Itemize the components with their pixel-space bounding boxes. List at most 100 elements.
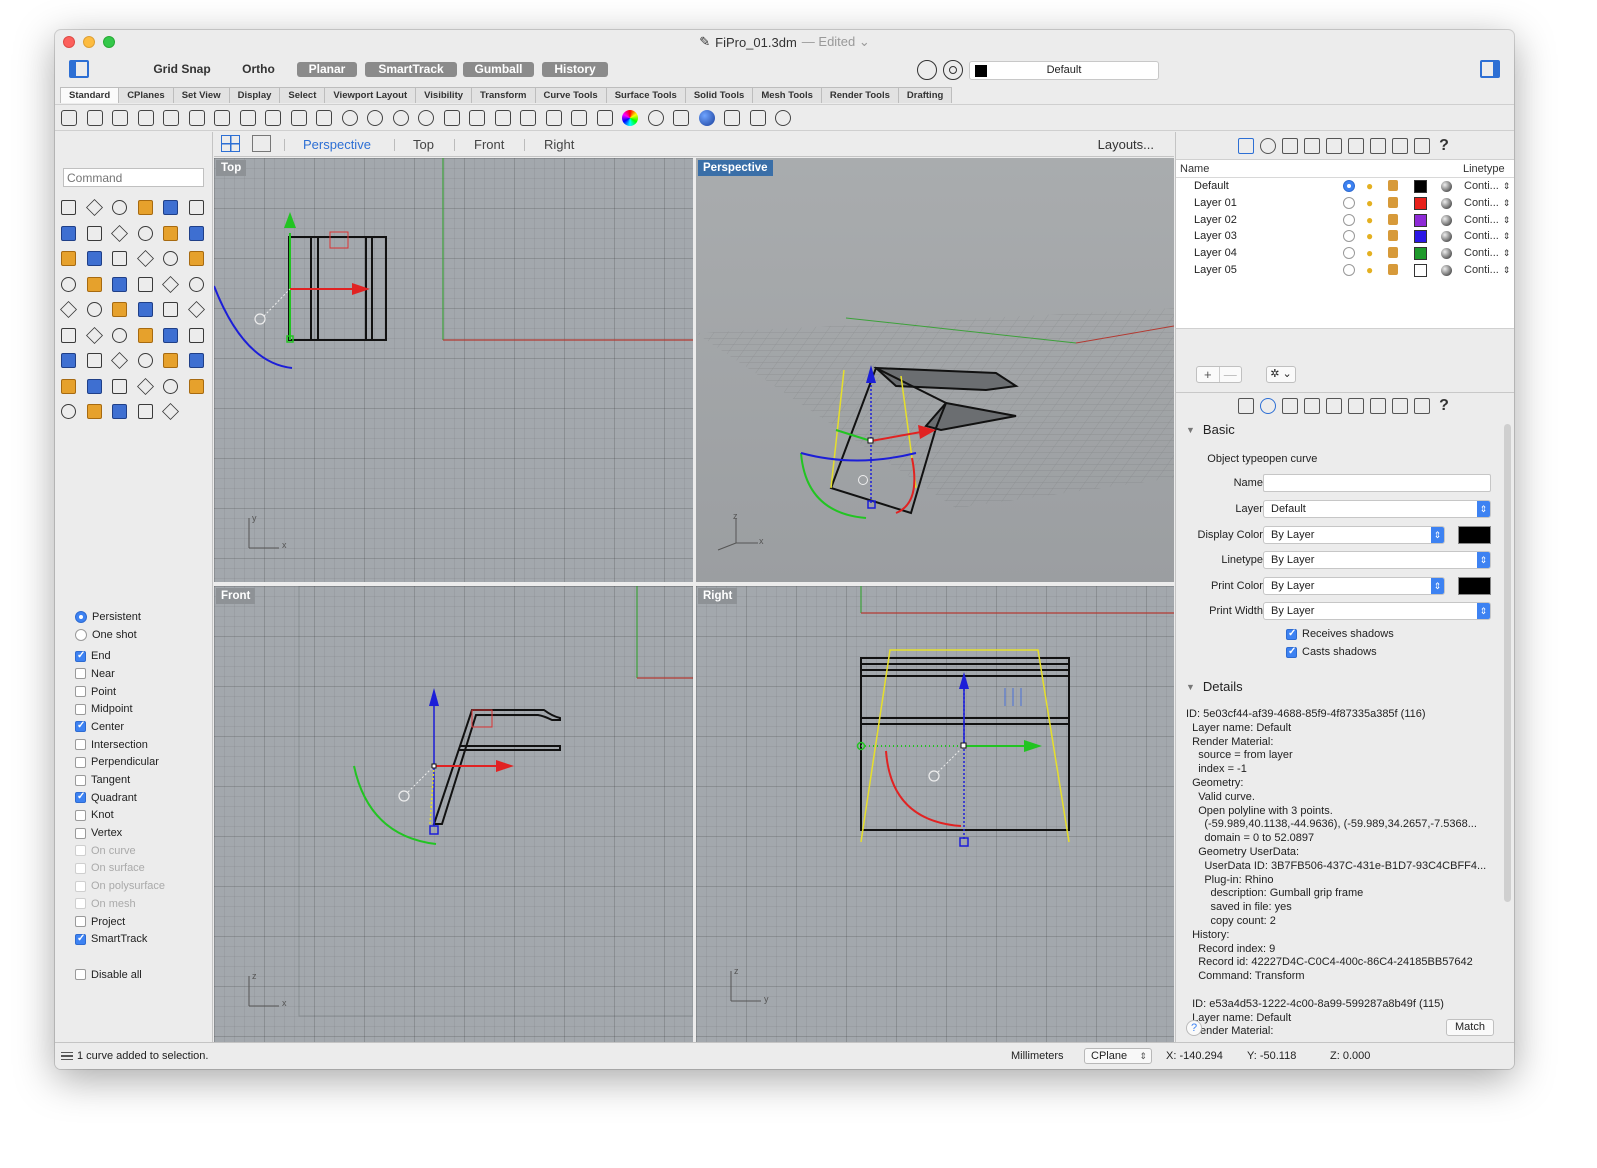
tab-curve-tools[interactable]: Curve Tools bbox=[534, 87, 607, 103]
layer-linetype[interactable]: Conti... bbox=[1464, 230, 1510, 242]
monitor-panel-icon[interactable] bbox=[1414, 397, 1430, 414]
palette-tool-15-icon[interactable] bbox=[110, 249, 128, 267]
osnap-checkbox[interactable] bbox=[75, 916, 86, 928]
print-width-select[interactable]: By Layer bbox=[1263, 602, 1491, 620]
lock-icon[interactable] bbox=[1388, 213, 1398, 225]
material-sphere-icon[interactable] bbox=[1441, 214, 1452, 226]
lock-icon[interactable] bbox=[1388, 196, 1398, 208]
zoom-window-button[interactable] bbox=[103, 36, 115, 48]
layer-linetype[interactable]: Conti... bbox=[1464, 264, 1510, 276]
palette-tool-38-icon[interactable] bbox=[85, 351, 103, 369]
tab-cplanes[interactable]: CPlanes bbox=[118, 87, 174, 103]
palette-tool-13-icon[interactable] bbox=[59, 249, 77, 267]
material-sphere-icon[interactable] bbox=[1441, 231, 1452, 243]
print-color-select[interactable]: By Layer bbox=[1263, 577, 1445, 595]
palette-tool-47-icon[interactable] bbox=[161, 377, 179, 395]
visibility-bulb-icon[interactable]: ● bbox=[1366, 179, 1373, 193]
osnap-checkbox[interactable] bbox=[75, 686, 86, 698]
palette-tool-29-icon[interactable] bbox=[161, 300, 179, 318]
osnap-checkbox[interactable] bbox=[75, 739, 86, 751]
layer-row[interactable]: Layer 01 ● Conti... bbox=[1176, 195, 1514, 212]
palette-tool-17-icon[interactable] bbox=[161, 249, 179, 267]
properties-panel-icon[interactable] bbox=[1260, 397, 1276, 414]
lights-panel-icon[interactable] bbox=[1348, 138, 1364, 154]
osnap-center[interactable]: Center bbox=[75, 718, 165, 736]
minimize-window-button[interactable] bbox=[83, 36, 95, 48]
car-icon[interactable] bbox=[469, 110, 485, 126]
current-layer-radio[interactable] bbox=[1343, 263, 1355, 276]
viewport-label[interactable]: Right bbox=[698, 588, 738, 604]
layer-name[interactable]: Layer 05 bbox=[1194, 264, 1237, 276]
smarttrack-toggle[interactable]: SmartTrack bbox=[365, 62, 457, 77]
palette-tool-1-icon[interactable] bbox=[59, 198, 77, 216]
notes-panel-icon[interactable] bbox=[1282, 138, 1298, 154]
palette-tool-42-icon[interactable] bbox=[187, 351, 205, 369]
current-layer-radio[interactable] bbox=[1343, 196, 1355, 209]
layer-color-swatch[interactable] bbox=[1414, 247, 1427, 261]
tab-mesh-tools[interactable]: Mesh Tools bbox=[752, 87, 822, 103]
palette-tool-49-icon[interactable] bbox=[59, 402, 77, 420]
osnap-checkbox[interactable] bbox=[75, 756, 86, 768]
render-icon[interactable] bbox=[673, 110, 689, 126]
document-edited-status[interactable]: — Edited ⌄ bbox=[802, 34, 870, 50]
palette-tool-41-icon[interactable] bbox=[161, 351, 179, 369]
lock-icon[interactable] bbox=[1388, 247, 1398, 259]
palette-tool-31-icon[interactable] bbox=[59, 326, 77, 344]
details-section-header[interactable]: ▼ Details bbox=[1186, 679, 1243, 694]
palette-tool-44-icon[interactable] bbox=[85, 377, 103, 395]
hide-icon[interactable] bbox=[520, 110, 536, 126]
current-layer-radio[interactable] bbox=[1343, 180, 1355, 192]
palette-tool-19-icon[interactable] bbox=[59, 275, 77, 293]
palette-tool-2-icon[interactable] bbox=[85, 198, 103, 216]
layer-linetype[interactable]: Conti... bbox=[1464, 197, 1510, 209]
palette-tool-6-icon[interactable] bbox=[187, 198, 205, 216]
zoom-icon[interactable] bbox=[418, 110, 434, 126]
palette-tool-48-icon[interactable] bbox=[187, 377, 205, 395]
right-viewport[interactable]: Right z y bbox=[696, 586, 1174, 1042]
sphere-wire-icon[interactable] bbox=[647, 110, 664, 126]
tab-viewport-layout[interactable]: Viewport Layout bbox=[324, 87, 417, 103]
top-viewport[interactable]: Top y x bbox=[214, 158, 693, 582]
tab-set-view[interactable]: Set View bbox=[172, 87, 230, 103]
tab-select[interactable]: Select bbox=[279, 87, 326, 103]
tab-visibility[interactable]: Visibility bbox=[415, 87, 473, 103]
receives-shadows-checkbox[interactable] bbox=[1286, 628, 1297, 640]
palette-tool-7-icon[interactable] bbox=[59, 224, 77, 242]
palette-tool-52-icon[interactable] bbox=[136, 402, 154, 420]
record-history-icon[interactable] bbox=[917, 60, 937, 80]
palette-tool-16-icon[interactable] bbox=[136, 249, 154, 267]
layer-row[interactable]: Layer 05 ● Conti... bbox=[1176, 262, 1514, 279]
sphere-icon[interactable] bbox=[698, 110, 715, 126]
viewport-label[interactable]: Perspective bbox=[698, 160, 773, 176]
layer-name[interactable]: Layer 03 bbox=[1194, 230, 1237, 242]
layer-linetype[interactable]: Conti... bbox=[1464, 214, 1510, 226]
remove-layer-button[interactable]: — bbox=[1218, 367, 1242, 382]
osnap-one-shot-option[interactable]: One shot bbox=[75, 626, 165, 644]
visibility-bulb-icon[interactable]: ● bbox=[1366, 213, 1373, 227]
palette-tool-39-icon[interactable] bbox=[110, 351, 128, 369]
osnap-tangent[interactable]: Tangent bbox=[75, 771, 165, 789]
osnap-checkbox[interactable] bbox=[75, 933, 86, 945]
tab-render-tools[interactable]: Render Tools bbox=[820, 87, 899, 103]
palette-tool-18-icon[interactable] bbox=[187, 249, 205, 267]
layer-row[interactable]: Layer 03 ● Conti... bbox=[1176, 228, 1514, 245]
camera-panel-icon[interactable] bbox=[1326, 138, 1342, 154]
properties-scrollbar[interactable] bbox=[1504, 424, 1511, 902]
material-sphere-icon[interactable] bbox=[1441, 197, 1452, 209]
osnap-checkbox[interactable] bbox=[75, 809, 86, 821]
tab-right[interactable]: Right bbox=[544, 137, 574, 152]
help-panel-icon[interactable]: ? bbox=[1436, 397, 1452, 414]
material-sphere-icon[interactable] bbox=[1441, 181, 1452, 192]
palette-tool-25-icon[interactable] bbox=[59, 300, 77, 318]
palette-tool-3-icon[interactable] bbox=[110, 198, 128, 216]
layer-row[interactable]: Layer 02 ● Conti... bbox=[1176, 212, 1514, 229]
osnap-quadrant[interactable]: Quadrant bbox=[75, 789, 165, 807]
palette-tool-22-icon[interactable] bbox=[136, 275, 154, 293]
osnap-checkbox[interactable] bbox=[75, 703, 86, 715]
command-history-icon[interactable] bbox=[61, 1052, 73, 1060]
layer-row[interactable]: Layer 04 ● Conti... bbox=[1176, 245, 1514, 262]
cplane-dropdown[interactable]: CPlane bbox=[1084, 1048, 1152, 1064]
layer-color-swatch[interactable] bbox=[1414, 180, 1427, 193]
layer-color-swatch[interactable] bbox=[1414, 196, 1427, 210]
material-sphere-icon[interactable] bbox=[1441, 264, 1452, 276]
